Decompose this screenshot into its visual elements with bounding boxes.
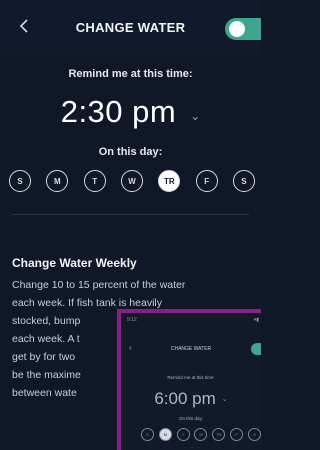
thumbnail-day: W [194, 428, 208, 441]
day-tuesday[interactable]: T [83, 170, 106, 192]
thumbnail-header: ‹ CHANGE WATER [121, 343, 261, 357]
chevron-left-icon: ‹ [129, 343, 132, 352]
day-friday[interactable]: F [195, 170, 218, 192]
toggle-knob [229, 21, 245, 37]
day-wednesday[interactable]: W [120, 170, 143, 192]
chevron-left-icon [19, 19, 28, 33]
time-picker[interactable]: 2:30 pm ⌄ [0, 92, 261, 132]
screenshot-thumbnail: 9:12 ▾▮ ‹ CHANGE WATER Remind me at this… [117, 309, 261, 450]
thumbnail-title: CHANGE WATER [170, 346, 212, 352]
thumbnail-time: 6:00 pm [154, 389, 216, 408]
reminder-toggle[interactable] [225, 18, 261, 40]
thumbnail-toggle [251, 343, 261, 355]
time-value[interactable]: 2:30 pm [61, 94, 177, 130]
thumbnail-status-bar: 9:12 ▾▮ [127, 317, 261, 327]
thumbnail-day: F [230, 428, 244, 441]
day-sunday[interactable]: S [9, 170, 31, 192]
day-thursday[interactable]: TR [158, 170, 181, 192]
back-button[interactable] [14, 14, 34, 38]
day-saturday[interactable]: S [232, 170, 255, 192]
thumbnail-day: TR [212, 428, 226, 441]
thumbnail-day: M [158, 428, 172, 441]
header-bar: CHANGE WATER [0, 0, 261, 56]
info-title: Change Water Weekly [12, 256, 137, 270]
signal-icon: ▾▮ [253, 317, 259, 323]
day-label: On this day: [98, 146, 163, 158]
thumbnail-status-time: 9:12 [127, 317, 137, 323]
remind-time-label: Remind me at this time: [68, 68, 193, 80]
thumbnail-day: T [176, 428, 190, 441]
thumbnail-day: S [247, 428, 261, 441]
chevron-down-icon: ⌄ [221, 396, 228, 403]
thumbnail-remind-label: Remind me at this time: [167, 375, 215, 380]
day-selector: S M T W TR F S [9, 170, 255, 194]
thumbnail-day-selector: S M T W TR F S [141, 428, 261, 441]
chevron-down-icon[interactable]: ⌄ [190, 109, 200, 123]
info-line: Change 10 to 15 percent of the water [12, 279, 186, 291]
thumbnail-day: S [141, 428, 154, 441]
thumbnail-time-row: 6:00 pm ⌄ [121, 387, 261, 411]
divider [12, 214, 249, 215]
thumbnail-day-label: On this day: [178, 416, 203, 421]
day-monday[interactable]: M [46, 170, 69, 192]
page-title: CHANGE WATER [75, 20, 186, 35]
